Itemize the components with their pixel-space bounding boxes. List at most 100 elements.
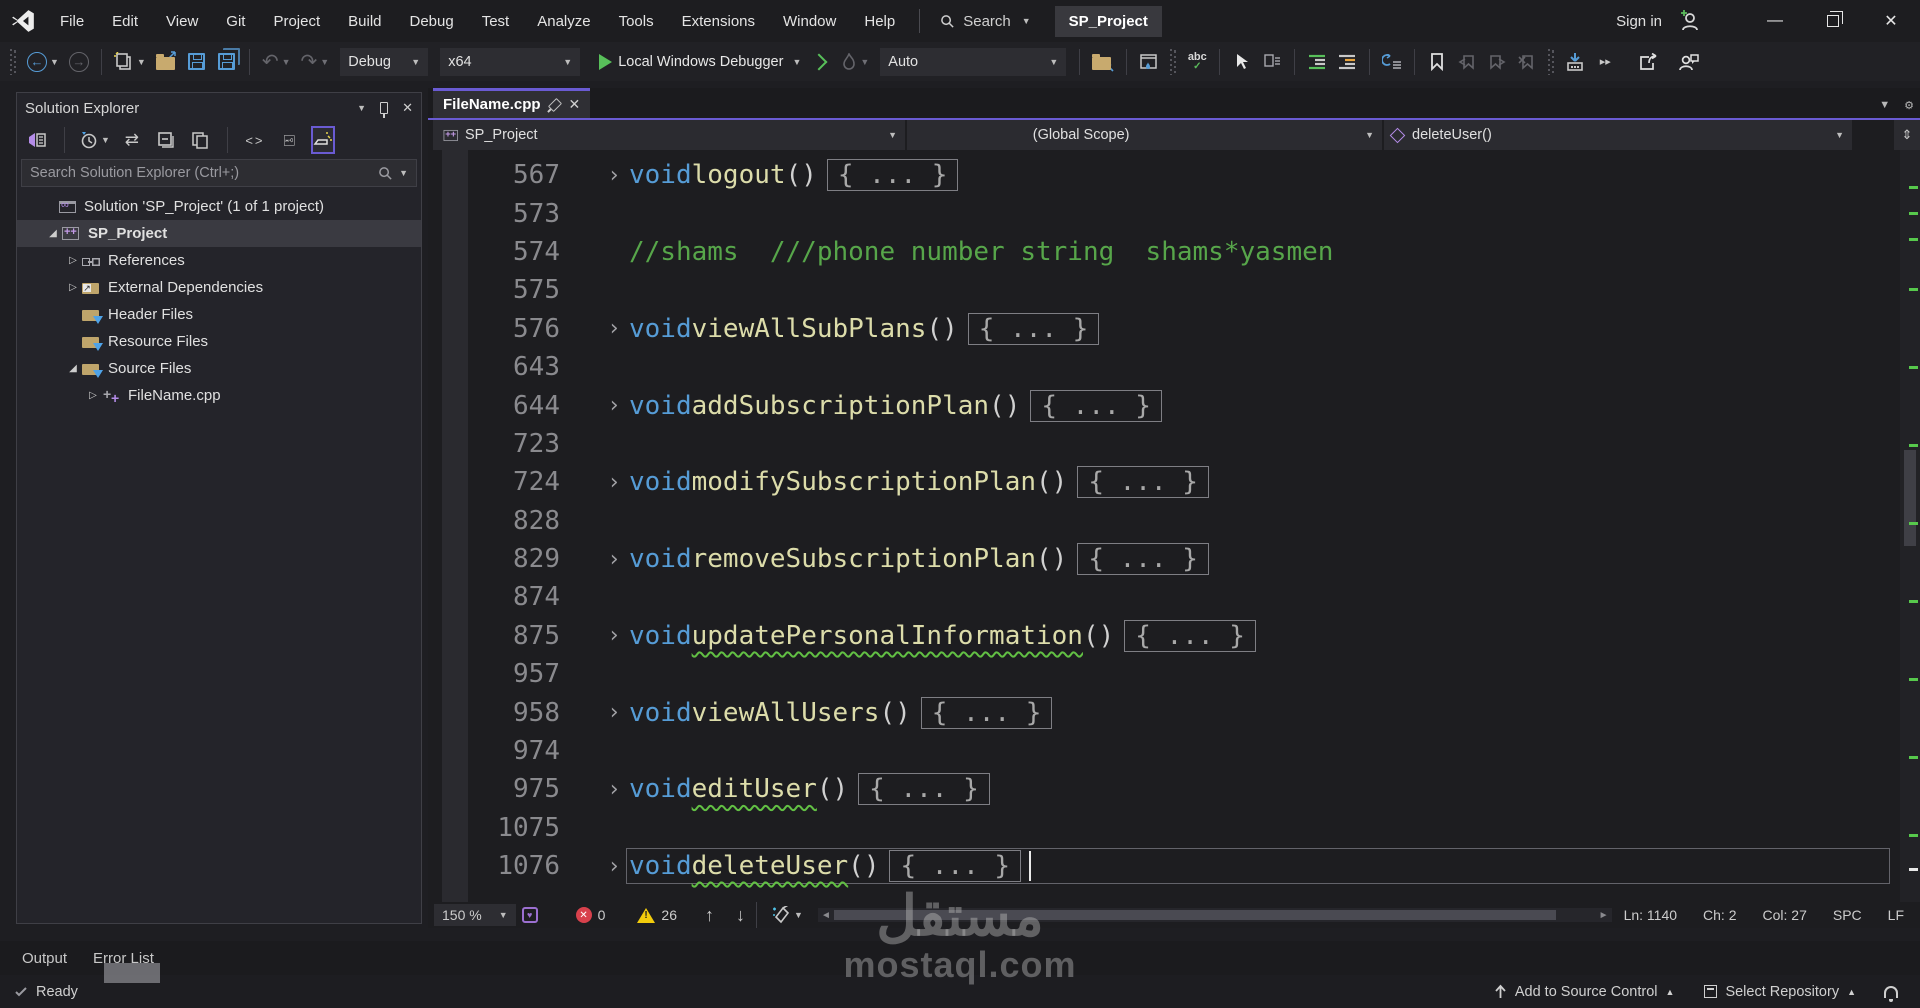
panel-menu-chevron-icon[interactable]: ▼ (357, 103, 366, 113)
tree-item-solution-sp-project-1-of-1-project[interactable]: Solution 'SP_Project' (1 of 1 project) (17, 193, 421, 220)
fold-chevron-icon[interactable]: › (602, 777, 626, 802)
collapsed-region-box[interactable]: { ... } (1077, 466, 1209, 499)
scope-dropdown[interactable]: (Global Scope) ▼ (907, 120, 1382, 150)
toolbar-grip[interactable] (1170, 48, 1177, 75)
code-line-958[interactable]: 958 › void viewAllUsers() { ... } (428, 693, 1898, 731)
pin-icon[interactable] (380, 102, 389, 118)
status-whitespace[interactable]: SPC (1833, 907, 1862, 923)
code-line-974[interactable]: 974 (428, 732, 1898, 770)
menu-item-test[interactable]: Test (468, 0, 524, 42)
menu-item-debug[interactable]: Debug (396, 0, 468, 42)
code-line-573[interactable]: 573 (428, 194, 1898, 232)
fold-chevron-icon[interactable]: › (602, 547, 626, 572)
tab-settings-gear-icon[interactable]: ⚙ (1904, 99, 1914, 112)
hot-reload-button[interactable]: ▼ (838, 47, 872, 77)
tree-item-sp-project[interactable]: ◢ SP_Project (17, 220, 421, 247)
preview-selected-items-button[interactable] (310, 126, 335, 154)
expand-chevron-icon[interactable]: ▷ (65, 282, 81, 293)
next-bookmark-button[interactable] (1484, 47, 1510, 77)
collapsed-region-box[interactable]: { ... } (1077, 543, 1209, 576)
notifications-bell-icon[interactable] (1884, 985, 1898, 1002)
split-window-button[interactable]: ⇕ (1894, 120, 1920, 150)
menu-item-project[interactable]: Project (259, 0, 334, 42)
code-line-1076[interactable]: 1076 › void deleteUser() { ... } (428, 847, 1898, 885)
code-line-574[interactable]: 574 //shams ///phone number string shams*… (428, 233, 1898, 271)
toggle-bookmark-button[interactable] (1424, 47, 1450, 77)
tree-item-source-files[interactable]: ◢ Source Files (17, 355, 421, 382)
errors-icon[interactable]: ✕ (575, 907, 592, 923)
code-line-829[interactable]: 829 › void removeSubscriptionPlan() { ... } (428, 540, 1898, 578)
code-line-575[interactable]: 575 (428, 271, 1898, 309)
code-line-874[interactable]: 874 (428, 578, 1898, 616)
switch-views-button[interactable] (25, 126, 49, 154)
collapse-all-button[interactable] (154, 126, 178, 154)
close-icon[interactable]: ✕ (569, 96, 581, 113)
undo-button[interactable]: ↶ ▼ (259, 47, 294, 77)
watch-mode-combo[interactable]: Auto ▼ (880, 47, 1067, 76)
code-line-567[interactable]: 567 › void logout() { ... } (428, 156, 1898, 194)
code-line-576[interactable]: 576 › void viewAllSubPlans() { ... } (428, 310, 1898, 348)
restore-button[interactable] (1804, 0, 1862, 42)
previous-bookmark-button[interactable] (1454, 47, 1480, 77)
expand-chevron-icon[interactable]: ▷ (85, 390, 101, 401)
toolbar-overflow-button[interactable]: ▸▸ (1592, 47, 1618, 77)
collapsed-region-box[interactable]: { ... } (889, 850, 1022, 883)
collapsed-region-box[interactable]: { ... } (826, 159, 959, 192)
tree-item-resource-files[interactable]: Resource Files (17, 328, 421, 355)
scrollbar-thumb[interactable] (1904, 450, 1916, 546)
warning-count[interactable]: 26 (661, 907, 677, 923)
collapsed-region-box[interactable]: { ... } (1124, 619, 1256, 652)
code-line-724[interactable]: 724 › void modifySubscriptionPlan() { ... } (428, 463, 1898, 501)
fold-chevron-icon[interactable]: › (602, 316, 626, 341)
error-count[interactable]: 0 (598, 907, 606, 923)
intellicode-suggestions-button[interactable] (1562, 47, 1588, 77)
collapsed-region-box[interactable]: { ... } (967, 312, 1100, 345)
close-button[interactable]: ✕ (1862, 0, 1920, 42)
navigate-forward-button[interactable]: → (66, 47, 92, 77)
code-editor[interactable]: 567 › void logout(){ ... } 573 574//shams //… (428, 150, 1920, 902)
navigate-back-button[interactable]: ← ▼ (24, 47, 62, 77)
tree-item-filename-cpp[interactable]: ▷ FileName.cpp (17, 382, 421, 409)
collapse-chevron-icon[interactable]: ◢ (45, 228, 61, 239)
collapsed-region-box[interactable]: { ... } (858, 773, 990, 806)
titlebar-project-badge[interactable]: SP_Project (1054, 5, 1162, 37)
undo-last-action-button[interactable] (1379, 47, 1405, 77)
menu-item-build[interactable]: Build (334, 0, 395, 42)
clear-bookmarks-button[interactable] (1514, 47, 1540, 77)
fold-chevron-icon[interactable]: › (602, 700, 626, 725)
scroll-left-arrow-icon[interactable]: ◄ (818, 910, 834, 921)
tree-item-references[interactable]: ▷ References (17, 247, 421, 274)
pin-icon[interactable] (547, 97, 562, 112)
fold-chevron-icon[interactable]: › (602, 470, 626, 495)
fold-chevron-icon[interactable]: › (602, 393, 626, 418)
save-all-button[interactable] (214, 47, 240, 77)
menu-item-extensions[interactable]: Extensions (668, 0, 769, 42)
code-line-975[interactable]: 975 › void editUser() { ... } (428, 770, 1898, 808)
open-file-button[interactable] (153, 47, 180, 77)
toolbar-grip[interactable] (10, 48, 16, 75)
search-control[interactable]: Search ▼ (930, 13, 1040, 30)
properties-button[interactable]: ⚿ (277, 126, 301, 154)
spellcheck-toggle-button[interactable]: abc ✓ (1184, 47, 1210, 77)
code-line-644[interactable]: 644 › void addSubscriptionPlan() { ... } (428, 386, 1898, 424)
menu-item-help[interactable]: Help (850, 0, 909, 42)
fold-chevron-icon[interactable]: › (602, 163, 626, 188)
close-icon[interactable]: ✕ (402, 100, 413, 116)
show-all-files-button[interactable] (188, 126, 212, 154)
code-line-875[interactable]: 875 › void updatePersonalInformation() { ..… (428, 617, 1898, 655)
scrollbar-thumb[interactable] (833, 910, 1556, 920)
code-cleanup-button[interactable]: ▼ (768, 900, 806, 930)
decrease-indent-button[interactable] (1304, 47, 1330, 77)
add-account-person-icon[interactable] (1672, 4, 1706, 38)
pending-changes-filter-button[interactable]: ▼ (80, 126, 110, 154)
fold-chevron-icon[interactable]: › (602, 623, 626, 648)
share-button[interactable] (1636, 47, 1662, 77)
horizontal-scrollbar[interactable]: ◄ ► (817, 908, 1612, 922)
fold-chevron-icon[interactable]: › (602, 854, 626, 879)
code-line-723[interactable]: 723 (428, 425, 1898, 463)
menu-item-analyze[interactable]: Analyze (523, 0, 604, 42)
next-issue-arrow-icon[interactable]: ↓ (736, 905, 745, 926)
zoom-level-combo[interactable]: 150 % ▼ (434, 904, 516, 926)
warnings-icon[interactable] (637, 907, 656, 923)
configuration-combo[interactable]: Debug ▼ (340, 47, 429, 76)
